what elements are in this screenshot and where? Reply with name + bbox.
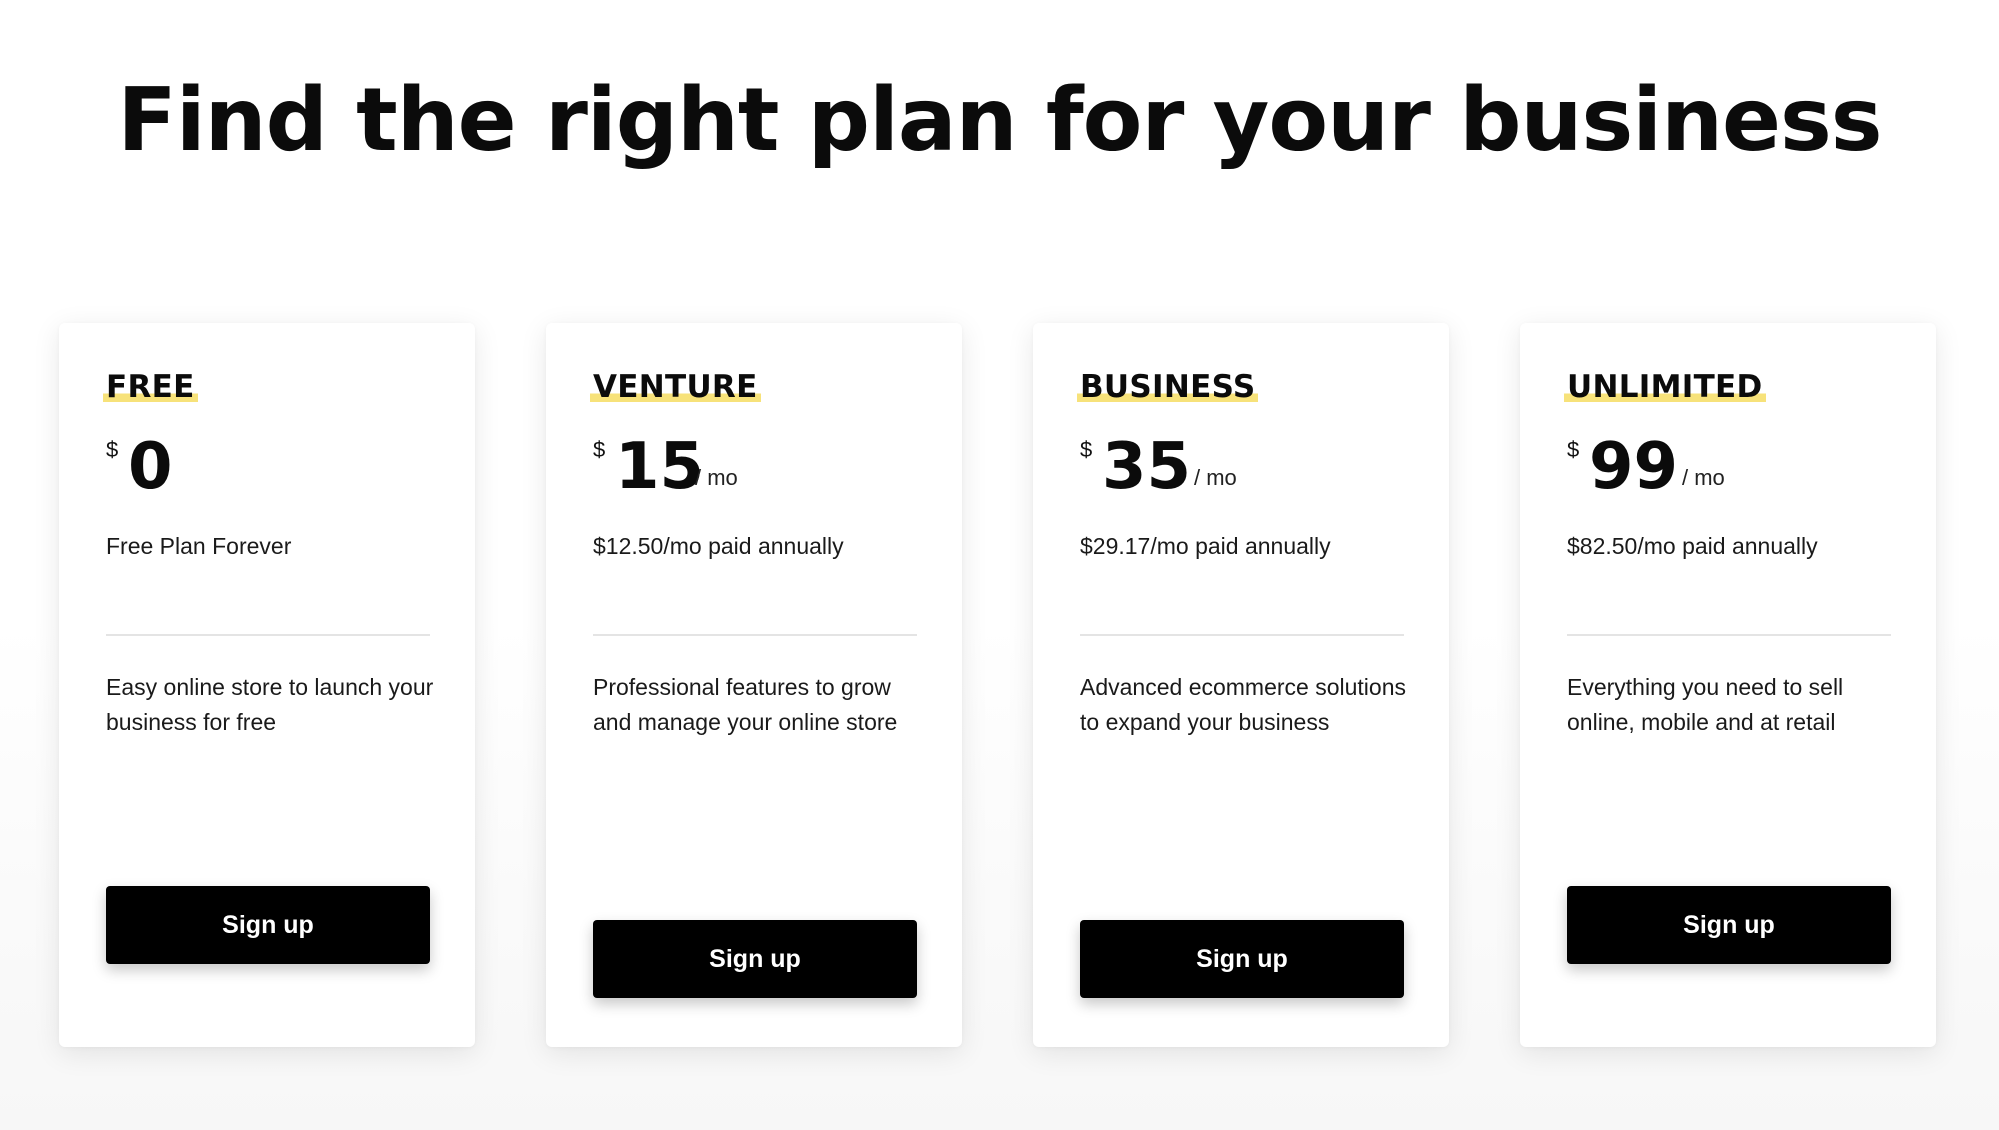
plan-description: Everything you need to sell online, mobi… xyxy=(1567,674,1844,735)
plan-name: VENTURE xyxy=(590,367,761,407)
price-period: / mo xyxy=(695,465,738,490)
price-period: / mo xyxy=(1682,465,1725,490)
plan-card-free: FREE $ 0 Free Plan Forever Easy online s… xyxy=(59,323,475,1047)
price-amount: 0 xyxy=(128,430,173,504)
plan-card-unlimited: UNLIMITED $ 99 / mo $82.50/mo paid annua… xyxy=(1520,323,1936,1047)
price-note: $12.50/mo paid annually xyxy=(593,533,844,559)
plan-description: Advanced ecommerce solutions to expand y… xyxy=(1080,674,1406,735)
plan-card-business: BUSINESS $ 35 / mo $29.17/mo paid annual… xyxy=(1033,323,1449,1047)
currency-symbol: $ xyxy=(1080,437,1093,462)
currency-symbol: $ xyxy=(1567,437,1580,462)
divider xyxy=(106,634,430,636)
divider xyxy=(1080,634,1404,636)
plan-name: FREE xyxy=(103,367,198,407)
price-note: $29.17/mo paid annually xyxy=(1080,533,1331,559)
pricing-plans: FREE $ 0 Free Plan Forever Easy online s… xyxy=(59,323,1939,1047)
sign-up-button-venture[interactable]: Sign up xyxy=(593,920,917,998)
sign-up-button-business[interactable]: Sign up xyxy=(1080,920,1404,998)
divider xyxy=(593,634,917,636)
sign-up-button-unlimited[interactable]: Sign up xyxy=(1567,886,1891,964)
page-title: Find the right plan for your business xyxy=(117,69,1882,171)
price-amount: 35 xyxy=(1102,430,1192,504)
divider xyxy=(1567,634,1891,636)
price-note: $82.50/mo paid annually xyxy=(1567,533,1818,559)
currency-symbol: $ xyxy=(106,437,119,462)
plan-name: BUSINESS xyxy=(1077,367,1259,407)
price-amount: 15 xyxy=(615,430,705,504)
plan-name: UNLIMITED xyxy=(1564,367,1766,407)
plan-description: Easy online store to launch your busines… xyxy=(106,674,434,735)
plan-description: Professional features to grow and manage… xyxy=(593,674,898,735)
plan-card-venture: VENTURE $ 15 / mo $12.50/mo paid annuall… xyxy=(546,323,962,1047)
currency-symbol: $ xyxy=(593,437,606,462)
sign-up-button-free[interactable]: Sign up xyxy=(106,886,430,964)
price-period: / mo xyxy=(1194,465,1237,490)
price-amount: 99 xyxy=(1589,430,1679,504)
price-note: Free Plan Forever xyxy=(106,533,292,559)
